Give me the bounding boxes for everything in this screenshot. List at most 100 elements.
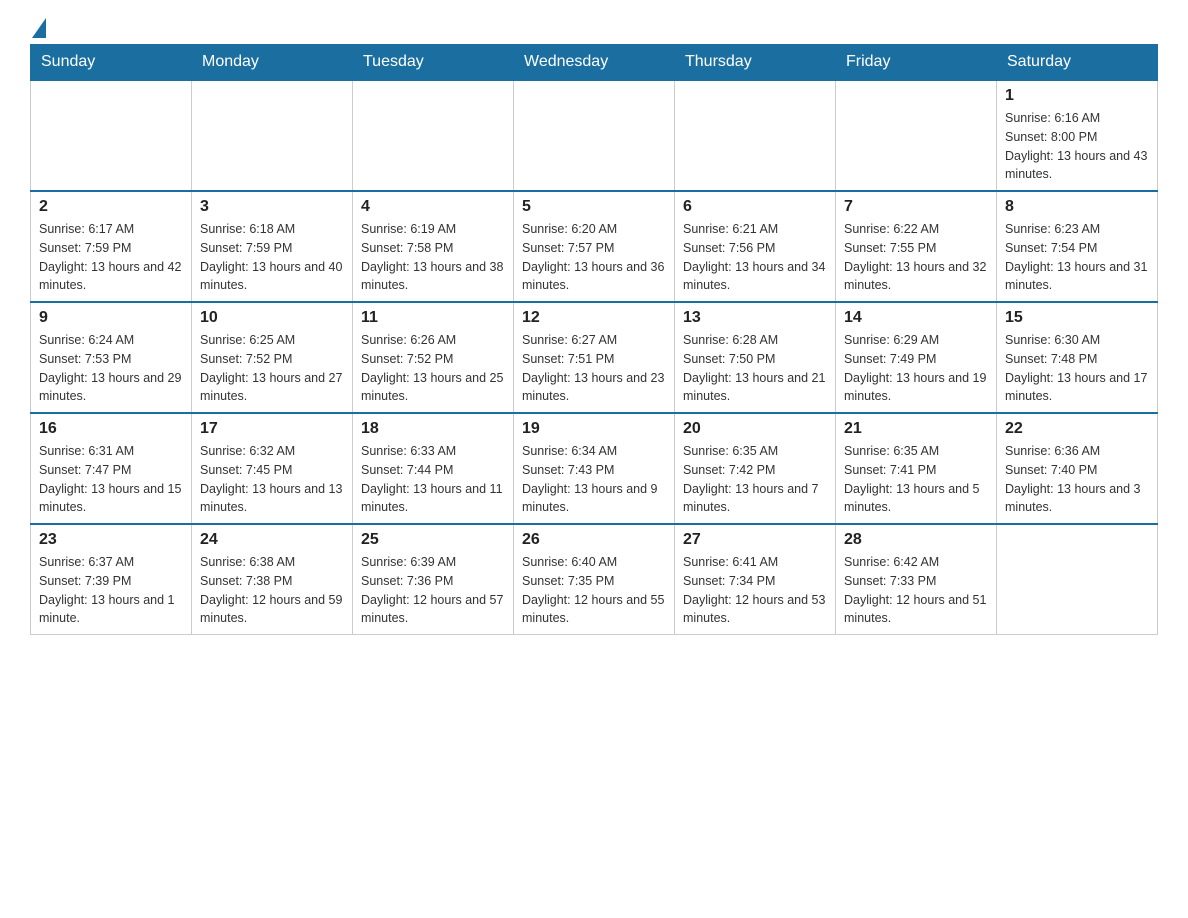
day-info: Sunrise: 6:32 AMSunset: 7:45 PMDaylight:… (200, 442, 344, 517)
day-number: 22 (1005, 420, 1149, 438)
day-info: Sunrise: 6:36 AMSunset: 7:40 PMDaylight:… (1005, 442, 1149, 517)
day-number: 21 (844, 420, 988, 438)
calendar-cell: 4 Sunrise: 6:19 AMSunset: 7:58 PMDaylight… (353, 191, 514, 302)
calendar-cell (353, 80, 514, 191)
day-info: Sunrise: 6:21 AMSunset: 7:56 PMDaylight:… (683, 220, 827, 295)
page-header (30, 20, 1158, 34)
day-info: Sunrise: 6:42 AMSunset: 7:33 PMDaylight:… (844, 553, 988, 628)
calendar-cell: 5 Sunrise: 6:20 AMSunset: 7:57 PMDaylight… (514, 191, 675, 302)
calendar-cell: 24Sunrise: 6:38 AMSunset: 7:38 PMDayligh… (192, 524, 353, 635)
day-number: 1 (1005, 87, 1149, 105)
day-info: Sunrise: 6:37 AMSunset: 7:39 PMDaylight:… (39, 553, 183, 628)
calendar-cell: 7 Sunrise: 6:22 AMSunset: 7:55 PMDaylight… (836, 191, 997, 302)
weekday-header-thursday: Thursday (675, 45, 836, 81)
day-number: 14 (844, 309, 988, 327)
weekday-header-monday: Monday (192, 45, 353, 81)
calendar-cell: 1 Sunrise: 6:16 AMSunset: 8:00 PMDaylight… (997, 80, 1158, 191)
calendar-cell (836, 80, 997, 191)
calendar-cell: 13 Sunrise: 6:28 AMSunset: 7:50 PMDayligh… (675, 302, 836, 413)
day-info: Sunrise: 6:31 AMSunset: 7:47 PMDaylight:… (39, 442, 183, 517)
calendar-cell: 18 Sunrise: 6:33 AMSunset: 7:44 PMDayligh… (353, 413, 514, 524)
day-info: Sunrise: 6:35 AMSunset: 7:42 PMDaylight:… (683, 442, 827, 517)
day-info: Sunrise: 6:19 AMSunset: 7:58 PMDaylight:… (361, 220, 505, 295)
day-info: Sunrise: 6:41 AMSunset: 7:34 PMDaylight:… (683, 553, 827, 628)
calendar-cell (192, 80, 353, 191)
calendar-cell: 2Sunrise: 6:17 AMSunset: 7:59 PMDaylight… (31, 191, 192, 302)
day-number: 25 (361, 531, 505, 549)
calendar-cell: 20 Sunrise: 6:35 AMSunset: 7:42 PMDayligh… (675, 413, 836, 524)
calendar-cell: 27 Sunrise: 6:41 AMSunset: 7:34 PMDayligh… (675, 524, 836, 635)
calendar-cell: 8 Sunrise: 6:23 AMSunset: 7:54 PMDaylight… (997, 191, 1158, 302)
day-info: Sunrise: 6:24 AMSunset: 7:53 PMDaylight:… (39, 331, 183, 406)
day-info: Sunrise: 6:16 AMSunset: 8:00 PMDaylight:… (1005, 109, 1149, 184)
day-number: 23 (39, 531, 183, 549)
calendar-cell: 21 Sunrise: 6:35 AMSunset: 7:41 PMDayligh… (836, 413, 997, 524)
day-number: 13 (683, 309, 827, 327)
calendar-cell: 6 Sunrise: 6:21 AMSunset: 7:56 PMDaylight… (675, 191, 836, 302)
day-info: Sunrise: 6:20 AMSunset: 7:57 PMDaylight:… (522, 220, 666, 295)
day-info: Sunrise: 6:22 AMSunset: 7:55 PMDaylight:… (844, 220, 988, 295)
calendar-week-row: 23 Sunrise: 6:37 AMSunset: 7:39 PMDayligh… (31, 524, 1158, 635)
calendar-cell (514, 80, 675, 191)
calendar-week-row: 1 Sunrise: 6:16 AMSunset: 8:00 PMDaylight… (31, 80, 1158, 191)
weekday-header-friday: Friday (836, 45, 997, 81)
day-number: 20 (683, 420, 827, 438)
day-number: 18 (361, 420, 505, 438)
logo (30, 20, 46, 34)
day-number: 9 (39, 309, 183, 327)
weekday-header-wednesday: Wednesday (514, 45, 675, 81)
calendar-cell: 28 Sunrise: 6:42 AMSunset: 7:33 PMDayligh… (836, 524, 997, 635)
calendar-week-row: 2Sunrise: 6:17 AMSunset: 7:59 PMDaylight… (31, 191, 1158, 302)
day-number: 4 (361, 198, 505, 216)
day-info: Sunrise: 6:17 AMSunset: 7:59 PMDaylight:… (39, 220, 183, 295)
day-info: Sunrise: 6:39 AMSunset: 7:36 PMDaylight:… (361, 553, 505, 628)
day-info: Sunrise: 6:34 AMSunset: 7:43 PMDaylight:… (522, 442, 666, 517)
calendar-cell (675, 80, 836, 191)
day-number: 8 (1005, 198, 1149, 216)
calendar-cell: 10 Sunrise: 6:25 AMSunset: 7:52 PMDayligh… (192, 302, 353, 413)
calendar-cell (997, 524, 1158, 635)
day-number: 10 (200, 309, 344, 327)
day-number: 6 (683, 198, 827, 216)
day-info: Sunrise: 6:35 AMSunset: 7:41 PMDaylight:… (844, 442, 988, 517)
day-info: Sunrise: 6:18 AMSunset: 7:59 PMDaylight:… (200, 220, 344, 295)
calendar-cell: 17 Sunrise: 6:32 AMSunset: 7:45 PMDayligh… (192, 413, 353, 524)
calendar-cell: 25 Sunrise: 6:39 AMSunset: 7:36 PMDayligh… (353, 524, 514, 635)
calendar-cell: 23 Sunrise: 6:37 AMSunset: 7:39 PMDayligh… (31, 524, 192, 635)
day-info: Sunrise: 6:40 AMSunset: 7:35 PMDaylight:… (522, 553, 666, 628)
day-number: 3 (200, 198, 344, 216)
calendar-cell: 26 Sunrise: 6:40 AMSunset: 7:35 PMDayligh… (514, 524, 675, 635)
logo-triangle-icon (32, 18, 46, 38)
day-number: 11 (361, 309, 505, 327)
day-number: 12 (522, 309, 666, 327)
calendar-cell: 11 Sunrise: 6:26 AMSunset: 7:52 PMDayligh… (353, 302, 514, 413)
calendar-week-row: 16Sunrise: 6:31 AMSunset: 7:47 PMDayligh… (31, 413, 1158, 524)
day-info: Sunrise: 6:30 AMSunset: 7:48 PMDaylight:… (1005, 331, 1149, 406)
day-info: Sunrise: 6:23 AMSunset: 7:54 PMDaylight:… (1005, 220, 1149, 295)
weekday-header-sunday: Sunday (31, 45, 192, 81)
day-number: 26 (522, 531, 666, 549)
day-info: Sunrise: 6:28 AMSunset: 7:50 PMDaylight:… (683, 331, 827, 406)
calendar-cell: 15Sunrise: 6:30 AMSunset: 7:48 PMDayligh… (997, 302, 1158, 413)
calendar-week-row: 9 Sunrise: 6:24 AMSunset: 7:53 PMDaylight… (31, 302, 1158, 413)
calendar-cell: 19Sunrise: 6:34 AMSunset: 7:43 PMDayligh… (514, 413, 675, 524)
day-number: 27 (683, 531, 827, 549)
day-info: Sunrise: 6:26 AMSunset: 7:52 PMDaylight:… (361, 331, 505, 406)
weekday-header-row: SundayMondayTuesdayWednesdayThursdayFrid… (31, 45, 1158, 81)
calendar-table: SundayMondayTuesdayWednesdayThursdayFrid… (30, 44, 1158, 635)
day-number: 5 (522, 198, 666, 216)
calendar-cell (31, 80, 192, 191)
day-number: 28 (844, 531, 988, 549)
day-info: Sunrise: 6:25 AMSunset: 7:52 PMDaylight:… (200, 331, 344, 406)
calendar-cell: 16Sunrise: 6:31 AMSunset: 7:47 PMDayligh… (31, 413, 192, 524)
weekday-header-saturday: Saturday (997, 45, 1158, 81)
day-number: 17 (200, 420, 344, 438)
calendar-cell: 3 Sunrise: 6:18 AMSunset: 7:59 PMDaylight… (192, 191, 353, 302)
calendar-cell: 9 Sunrise: 6:24 AMSunset: 7:53 PMDaylight… (31, 302, 192, 413)
calendar-cell: 22 Sunrise: 6:36 AMSunset: 7:40 PMDayligh… (997, 413, 1158, 524)
day-info: Sunrise: 6:27 AMSunset: 7:51 PMDaylight:… (522, 331, 666, 406)
weekday-header-tuesday: Tuesday (353, 45, 514, 81)
day-number: 7 (844, 198, 988, 216)
day-number: 24 (200, 531, 344, 549)
day-info: Sunrise: 6:33 AMSunset: 7:44 PMDaylight:… (361, 442, 505, 517)
